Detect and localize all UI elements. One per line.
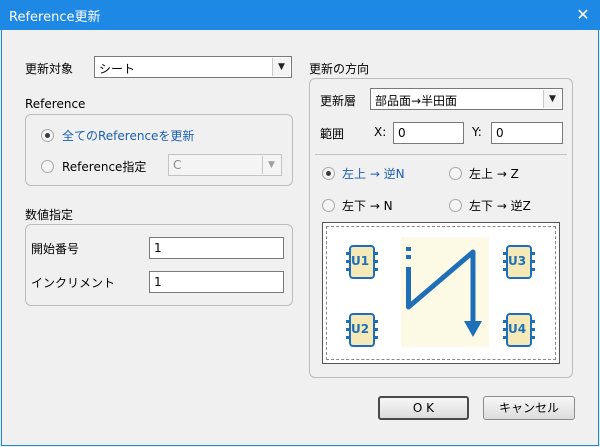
cancel-button[interactable]: キャンセル (483, 396, 575, 420)
chevron-down-icon: ▼ (262, 156, 280, 174)
chip-u1-label: U1 (351, 254, 370, 268)
radio-all-references[interactable] (41, 129, 54, 142)
start-number-value: 1 (154, 241, 162, 255)
dialog-body: 更新対象 シート ▼ Reference 全てのReferenceを更新 Ref… (1, 30, 599, 446)
target-select-value: シート (99, 62, 136, 76)
radio-all-references-label[interactable]: 全てのReferenceを更新 (62, 127, 194, 144)
target-label: 更新対象 (25, 62, 74, 76)
start-number-label: 開始番号 (31, 242, 80, 256)
chip-u3-label: U3 (508, 254, 527, 268)
path-arrow-icon (406, 247, 482, 337)
target-select[interactable]: シート ▼ (94, 56, 292, 78)
layer-select[interactable]: 部品面→半田面 ▼ (370, 88, 563, 110)
reference-group-title: Reference (25, 97, 86, 111)
reference-specify-select: C ▼ (168, 154, 282, 176)
range-x-input[interactable]: 0 (393, 122, 464, 144)
layer-select-value: 部品面→半田面 (375, 94, 458, 108)
divider (315, 154, 567, 155)
range-y-label: Y: (472, 125, 482, 139)
radio-topleft-z[interactable] (449, 167, 462, 180)
direction-group-title: 更新の方向 (309, 62, 370, 76)
range-x-value: 0 (398, 126, 406, 140)
radio-topleft-reverse-n-label[interactable]: 左上 → 逆N (342, 165, 405, 182)
ok-button[interactable]: O K (378, 396, 469, 420)
increment-input[interactable]: 1 (149, 271, 284, 293)
range-x-label: X: (374, 125, 387, 139)
radio-bottomleft-reverse-z-label[interactable]: 左下 → 逆Z (469, 197, 531, 214)
close-icon[interactable]: ✕ (566, 0, 600, 30)
radio-bottomleft-reverse-z[interactable] (449, 199, 462, 212)
numeric-group-title: 数値指定 (25, 208, 74, 222)
radio-bottomleft-n[interactable] (322, 199, 335, 212)
range-y-input[interactable]: 0 (491, 122, 563, 144)
chip-u2-label: U2 (351, 322, 370, 336)
chip-u4-label: U4 (508, 322, 527, 336)
radio-topleft-z-label[interactable]: 左上 → Z (469, 165, 519, 182)
title-bar: Reference更新 ✕ (0, 0, 600, 30)
radio-specify-reference-label[interactable]: Reference指定 (62, 158, 146, 175)
increment-label: インクリメント (31, 276, 116, 290)
direction-preview: U1 U2 U3 U4 (322, 222, 560, 364)
increment-value: 1 (154, 275, 162, 289)
layer-label: 更新層 (320, 94, 357, 108)
radio-bottomleft-n-label[interactable]: 左下 → N (342, 197, 393, 214)
radio-topleft-reverse-n[interactable] (322, 167, 335, 180)
range-y-value: 0 (496, 126, 504, 140)
radio-specify-reference[interactable] (41, 160, 54, 173)
chevron-down-icon: ▼ (272, 58, 290, 76)
start-number-input[interactable]: 1 (149, 237, 284, 259)
reference-specify-value: C (173, 158, 182, 172)
chevron-down-icon: ▼ (543, 90, 561, 108)
window-title: Reference更新 (9, 10, 101, 25)
range-label: 範囲 (320, 127, 345, 141)
